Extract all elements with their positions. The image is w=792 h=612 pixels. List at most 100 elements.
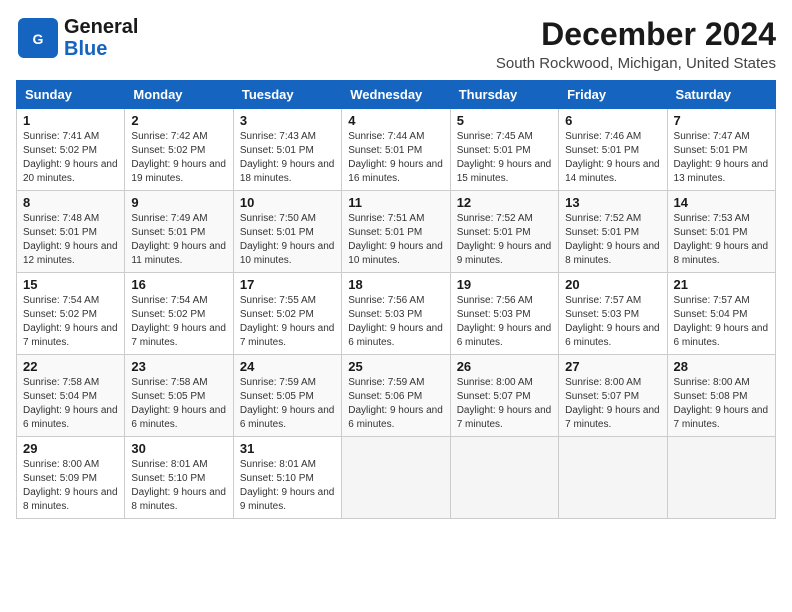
sunset-label: Sunset: 5:02 PM [23,309,97,320]
day-info: Sunrise: 8:00 AM Sunset: 5:08 PM Dayligh… [674,376,769,432]
logo-text-general: General [64,16,138,38]
day-info: Sunrise: 7:52 AM Sunset: 5:01 PM Dayligh… [565,212,660,268]
daylight-label: Daylight: 9 hours and 8 minutes. [674,241,769,266]
sunset-label: Sunset: 5:04 PM [674,309,748,320]
calendar-row: 8 Sunrise: 7:48 AM Sunset: 5:01 PM Dayli… [17,191,776,273]
table-row: 21 Sunrise: 7:57 AM Sunset: 5:04 PM Dayl… [667,273,775,355]
table-row: 17 Sunrise: 7:55 AM Sunset: 5:02 PM Dayl… [233,273,341,355]
sunset-label: Sunset: 5:09 PM [23,473,97,484]
day-number: 8 [23,195,118,210]
daylight-label: Daylight: 9 hours and 13 minutes. [674,159,769,184]
table-row: 18 Sunrise: 7:56 AM Sunset: 5:03 PM Dayl… [342,273,450,355]
sunset-label: Sunset: 5:01 PM [240,227,314,238]
sunset-label: Sunset: 5:03 PM [565,309,639,320]
svg-text:G: G [33,31,44,47]
logo-icon: G [16,16,60,60]
sunrise-label: Sunrise: 7:52 AM [565,213,641,224]
sunrise-label: Sunrise: 8:00 AM [23,459,99,470]
daylight-label: Daylight: 9 hours and 7 minutes. [565,405,660,430]
table-row: 8 Sunrise: 7:48 AM Sunset: 5:01 PM Dayli… [17,191,125,273]
day-info: Sunrise: 7:49 AM Sunset: 5:01 PM Dayligh… [131,212,226,268]
sunset-label: Sunset: 5:06 PM [348,391,422,402]
table-row: 28 Sunrise: 8:00 AM Sunset: 5:08 PM Dayl… [667,355,775,437]
day-number: 27 [565,359,660,374]
daylight-label: Daylight: 9 hours and 19 minutes. [131,159,226,184]
table-row: 15 Sunrise: 7:54 AM Sunset: 5:02 PM Dayl… [17,273,125,355]
table-row [559,437,667,519]
daylight-label: Daylight: 9 hours and 6 minutes. [348,405,443,430]
day-number: 6 [565,113,660,128]
calendar-table: Sunday Monday Tuesday Wednesday Thursday… [16,80,776,519]
day-info: Sunrise: 7:51 AM Sunset: 5:01 PM Dayligh… [348,212,443,268]
col-friday: Friday [559,81,667,109]
calendar-row: 1 Sunrise: 7:41 AM Sunset: 5:02 PM Dayli… [17,109,776,191]
day-number: 29 [23,441,118,456]
daylight-label: Daylight: 9 hours and 12 minutes. [23,241,118,266]
sunset-label: Sunset: 5:01 PM [131,227,205,238]
day-number: 18 [348,277,443,292]
daylight-label: Daylight: 9 hours and 20 minutes. [23,159,118,184]
calendar-row: 15 Sunrise: 7:54 AM Sunset: 5:02 PM Dayl… [17,273,776,355]
table-row: 16 Sunrise: 7:54 AM Sunset: 5:02 PM Dayl… [125,273,233,355]
day-number: 10 [240,195,335,210]
sunrise-label: Sunrise: 7:41 AM [23,131,99,142]
day-info: Sunrise: 8:01 AM Sunset: 5:10 PM Dayligh… [240,458,335,514]
title-area: December 2024 South Rockwood, Michigan, … [496,16,776,72]
day-info: Sunrise: 7:47 AM Sunset: 5:01 PM Dayligh… [674,130,769,186]
sunset-label: Sunset: 5:01 PM [457,227,531,238]
daylight-label: Daylight: 9 hours and 8 minutes. [565,241,660,266]
logo-text-blue: Blue [64,38,138,60]
col-saturday: Saturday [667,81,775,109]
day-number: 24 [240,359,335,374]
sunrise-label: Sunrise: 7:42 AM [131,131,207,142]
calendar-row: 22 Sunrise: 7:58 AM Sunset: 5:04 PM Dayl… [17,355,776,437]
col-sunday: Sunday [17,81,125,109]
table-row: 30 Sunrise: 8:01 AM Sunset: 5:10 PM Dayl… [125,437,233,519]
daylight-label: Daylight: 9 hours and 10 minutes. [348,241,443,266]
sunrise-label: Sunrise: 7:55 AM [240,295,316,306]
day-info: Sunrise: 8:01 AM Sunset: 5:10 PM Dayligh… [131,458,226,514]
sunrise-label: Sunrise: 7:51 AM [348,213,424,224]
day-number: 16 [131,277,226,292]
table-row: 12 Sunrise: 7:52 AM Sunset: 5:01 PM Dayl… [450,191,558,273]
col-wednesday: Wednesday [342,81,450,109]
day-info: Sunrise: 7:59 AM Sunset: 5:05 PM Dayligh… [240,376,335,432]
table-row: 31 Sunrise: 8:01 AM Sunset: 5:10 PM Dayl… [233,437,341,519]
daylight-label: Daylight: 9 hours and 7 minutes. [240,323,335,348]
table-row: 4 Sunrise: 7:44 AM Sunset: 5:01 PM Dayli… [342,109,450,191]
day-number: 12 [457,195,552,210]
sunrise-label: Sunrise: 7:59 AM [348,377,424,388]
day-number: 26 [457,359,552,374]
sunset-label: Sunset: 5:02 PM [131,309,205,320]
table-row: 9 Sunrise: 7:49 AM Sunset: 5:01 PM Dayli… [125,191,233,273]
sunset-label: Sunset: 5:01 PM [674,145,748,156]
daylight-label: Daylight: 9 hours and 7 minutes. [674,405,769,430]
col-monday: Monday [125,81,233,109]
daylight-label: Daylight: 9 hours and 6 minutes. [348,323,443,348]
day-number: 19 [457,277,552,292]
sunrise-label: Sunrise: 7:48 AM [23,213,99,224]
calendar-header-row: Sunday Monday Tuesday Wednesday Thursday… [17,81,776,109]
col-thursday: Thursday [450,81,558,109]
day-info: Sunrise: 7:58 AM Sunset: 5:04 PM Dayligh… [23,376,118,432]
sunrise-label: Sunrise: 7:50 AM [240,213,316,224]
table-row: 1 Sunrise: 7:41 AM Sunset: 5:02 PM Dayli… [17,109,125,191]
table-row: 7 Sunrise: 7:47 AM Sunset: 5:01 PM Dayli… [667,109,775,191]
day-info: Sunrise: 7:52 AM Sunset: 5:01 PM Dayligh… [457,212,552,268]
sunset-label: Sunset: 5:01 PM [240,145,314,156]
day-info: Sunrise: 7:59 AM Sunset: 5:06 PM Dayligh… [348,376,443,432]
daylight-label: Daylight: 9 hours and 6 minutes. [674,323,769,348]
daylight-label: Daylight: 9 hours and 6 minutes. [23,405,118,430]
table-row [342,437,450,519]
page-header: G General Blue December 2024 South Rockw… [16,16,776,72]
daylight-label: Daylight: 9 hours and 6 minutes. [565,323,660,348]
daylight-label: Daylight: 9 hours and 16 minutes. [348,159,443,184]
day-info: Sunrise: 7:53 AM Sunset: 5:01 PM Dayligh… [674,212,769,268]
sunset-label: Sunset: 5:05 PM [131,391,205,402]
sunrise-label: Sunrise: 7:49 AM [131,213,207,224]
sunrise-label: Sunrise: 8:00 AM [674,377,750,388]
daylight-label: Daylight: 9 hours and 8 minutes. [131,487,226,512]
day-info: Sunrise: 7:50 AM Sunset: 5:01 PM Dayligh… [240,212,335,268]
day-number: 21 [674,277,769,292]
sunset-label: Sunset: 5:07 PM [565,391,639,402]
